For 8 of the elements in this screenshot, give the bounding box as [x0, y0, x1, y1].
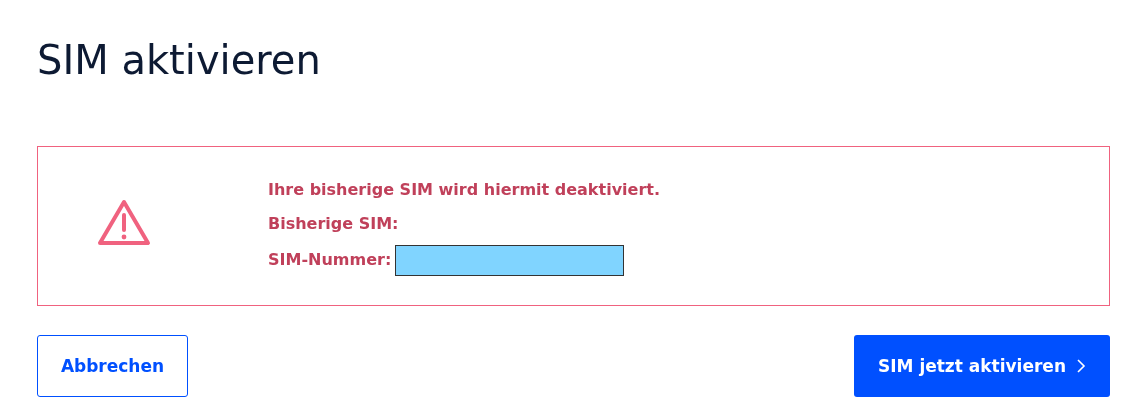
warning-message: Ihre bisherige SIM wird hiermit deaktiviert.: [268, 178, 660, 201]
cancel-button[interactable]: Abbrechen: [37, 335, 188, 397]
page-title: SIM aktivieren: [37, 36, 322, 85]
warning-icon: [96, 198, 152, 248]
field-label: Bisherige SIM:: [268, 212, 399, 235]
activate-button[interactable]: SIM jetzt aktivieren: [854, 335, 1110, 397]
chevron-right-icon: [1076, 358, 1086, 374]
field-label: SIM-Nummer:: [268, 249, 392, 271]
